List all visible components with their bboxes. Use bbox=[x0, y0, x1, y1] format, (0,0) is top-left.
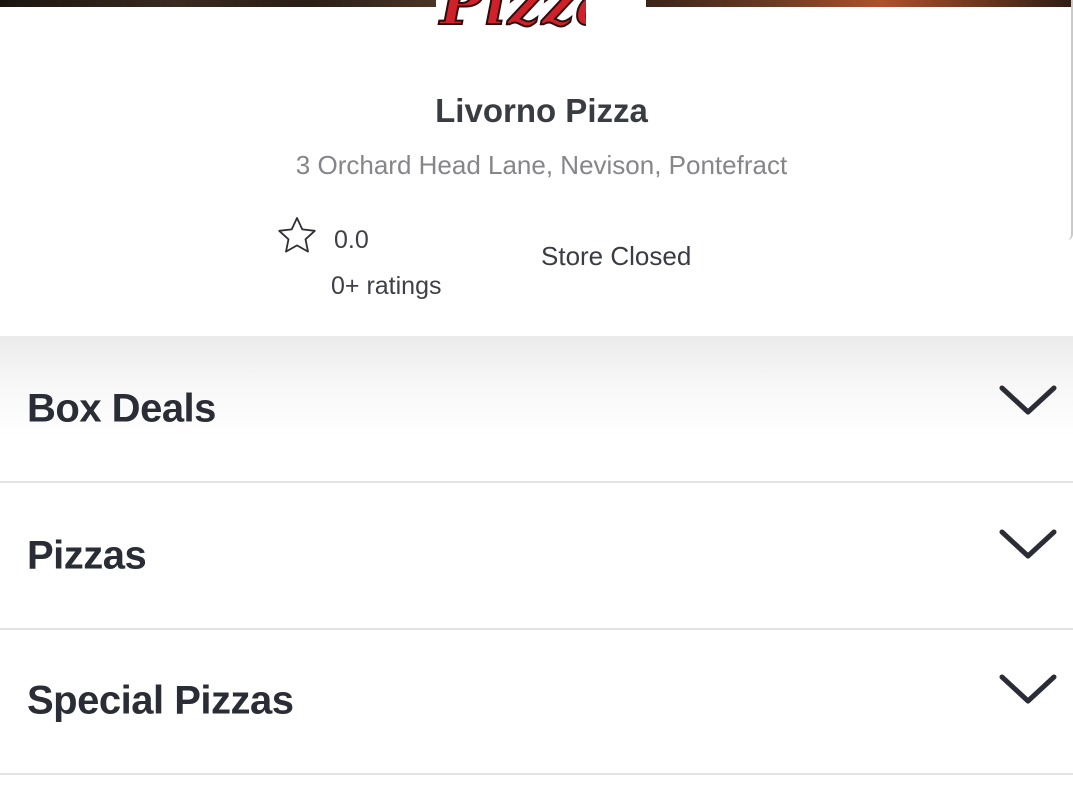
chevron-down-icon[interactable] bbox=[998, 383, 1058, 419]
store-logo: Pizza bbox=[436, 0, 586, 36]
rating-value: 0.0 bbox=[334, 226, 369, 254]
store-address: 3 Orchard Head Lane, Nevison, Pontefract bbox=[295, 150, 788, 180]
banner-image-right bbox=[646, 0, 1073, 7]
store-logo-text: Pizza bbox=[439, 0, 586, 36]
category-special-pizzas[interactable]: Special Pizzas bbox=[0, 628, 1073, 775]
banner-image-left bbox=[0, 0, 436, 7]
category-label: Box Deals bbox=[27, 386, 216, 430]
category-box-deals[interactable]: Box Deals bbox=[0, 336, 1073, 483]
category-pizzas[interactable]: Pizzas bbox=[0, 483, 1073, 630]
star-icon bbox=[278, 217, 316, 253]
chevron-down-icon[interactable] bbox=[998, 527, 1058, 563]
store-name: Livorno Pizza bbox=[435, 92, 648, 129]
category-label: Pizzas bbox=[27, 533, 147, 577]
store-status: Store Closed bbox=[541, 241, 692, 271]
chevron-down-icon[interactable] bbox=[998, 672, 1058, 708]
rating-count: 0+ ratings bbox=[331, 272, 442, 300]
category-label: Special Pizzas bbox=[27, 678, 294, 722]
